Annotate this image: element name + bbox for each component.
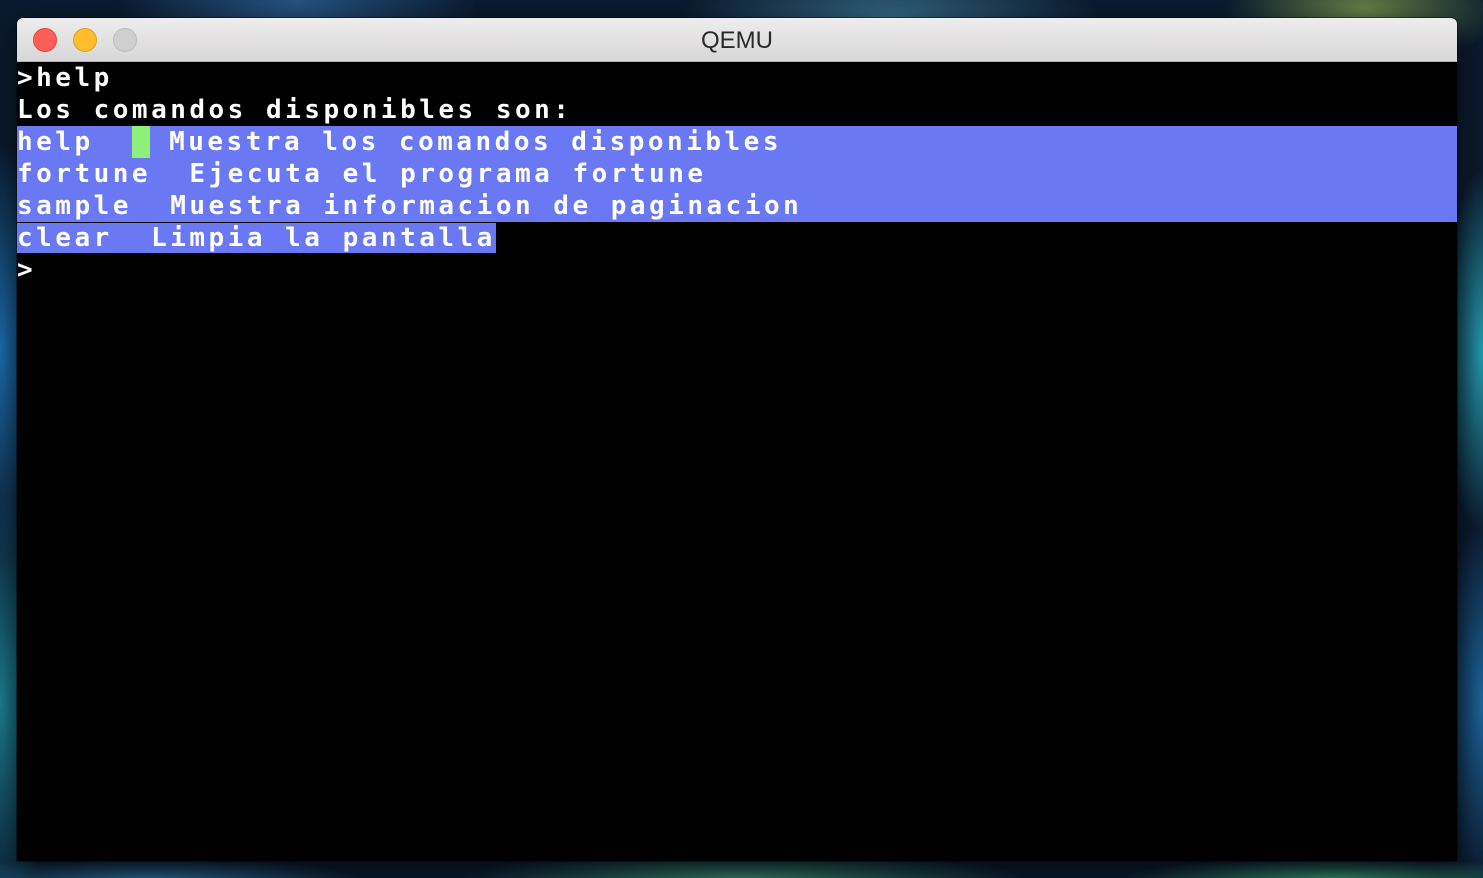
terminal-line-fortune: fortune Ejecuta el programa fortune: [17, 158, 1457, 190]
window-title: QEMU: [701, 27, 773, 54]
qemu-window: QEMU >help Los comandos disponibles son:…: [17, 18, 1457, 861]
terminal-line-header: Los comandos disponibles son:: [17, 95, 573, 125]
terminal-line-help: help Muestra los comandos disponibles: [17, 126, 1457, 158]
terminal-prompt: >: [17, 255, 37, 285]
terminal-line-clear-text: clear Limpia la pantalla: [17, 223, 496, 253]
terminal-line-sample: sample Muestra informacion de paginacion: [17, 190, 1457, 222]
command-description-help: Muestra los comandos disponibles: [149, 127, 782, 157]
text-cursor: [131, 126, 150, 158]
terminal-line-prompt-help: >help: [17, 63, 113, 93]
terminal-line-clear: clear Limpia la pantalla: [17, 222, 496, 254]
title-bar[interactable]: QEMU: [17, 18, 1457, 62]
terminal-screen[interactable]: >help Los comandos disponibles son: help…: [17, 62, 1457, 861]
command-name-help: help: [17, 127, 132, 157]
